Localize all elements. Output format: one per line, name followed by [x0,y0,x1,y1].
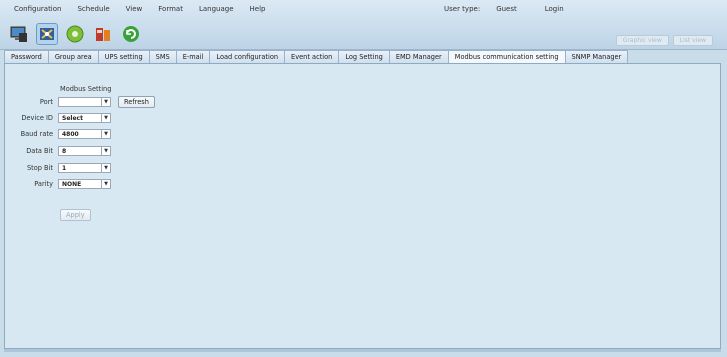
parity-select[interactable]: NONE ▼ [58,179,111,189]
top-bar: Configuration Schedule View Format Langu… [0,0,727,50]
user-type-label: User type: [444,5,481,13]
device-id-label: Device ID [21,114,53,122]
chevron-down-icon: ▼ [101,164,110,172]
tab-ups-setting[interactable]: UPS setting [98,50,150,64]
baud-rate-value: 4800 [62,130,79,138]
status-bar [4,349,721,352]
baud-rate-select[interactable]: 4800 ▼ [58,129,111,139]
chevron-down-icon: ▼ [101,180,110,188]
chevron-down-icon: ▼ [101,147,110,155]
refresh-button[interactable]: Refresh [118,96,155,108]
device-id-row: Device ID Select ▼ [5,113,111,123]
tab-group-area[interactable]: Group area [48,50,99,64]
menu-view[interactable]: View [118,4,151,16]
menu-help[interactable]: Help [242,4,274,16]
tab-log-setting[interactable]: Log Setting [339,50,390,64]
tab-emd-manager[interactable]: EMD Manager [389,50,449,64]
menu-language[interactable]: Language [191,4,242,16]
parity-row: Parity NONE ▼ [5,179,111,189]
menu-bar: Configuration Schedule View Format Langu… [4,4,273,16]
monitor-icon[interactable] [8,23,30,45]
port-row: Port ▼ Refresh [5,96,155,108]
parity-value: NONE [62,180,82,188]
tab-password[interactable]: Password [4,50,49,64]
tab-modbus-communication-setting[interactable]: Modbus communication setting [448,50,566,64]
settings-tabs: Password Group area UPS setting SMS E-ma… [4,50,629,64]
view-buttons: Graphic view List view [615,35,713,46]
login-link[interactable]: Login [545,5,564,13]
ups-battery-icon[interactable] [92,23,114,45]
modbus-setting-title: Modbus Setting [60,85,112,93]
tab-load-configuration[interactable]: Load configuration [210,50,286,64]
baud-rate-label: Baud rate [20,130,53,138]
device-id-value: Select [62,114,83,122]
port-select[interactable]: ▼ [58,97,111,107]
data-bit-value: 8 [62,147,67,155]
menu-schedule[interactable]: Schedule [69,4,117,16]
tab-snmp-manager[interactable]: SNMP Manager [565,50,629,64]
tab-sms[interactable]: SMS [149,50,177,64]
graphic-view-button[interactable]: Graphic view [615,35,669,46]
chevron-down-icon: ▼ [101,114,110,122]
settings-tools-icon[interactable] [36,23,58,45]
list-view-button[interactable]: List view [672,35,713,46]
menu-configuration[interactable]: Configuration [4,4,69,16]
tab-email[interactable]: E-mail [176,50,211,64]
user-info: User type: Guest Login [444,5,564,13]
chevron-down-icon: ▼ [101,130,110,138]
modbus-panel: Modbus Setting Port ▼ Refresh Device ID … [4,63,721,349]
parity-label: Parity [34,180,53,188]
menu-format[interactable]: Format [150,4,191,16]
chevron-down-icon: ▼ [101,98,110,106]
refresh-icon[interactable] [120,23,142,45]
disk-icon[interactable] [64,23,86,45]
port-label: Port [39,98,53,106]
baud-rate-row: Baud rate 4800 ▼ [5,129,111,139]
apply-button[interactable]: Apply [60,209,91,221]
user-type-value: Guest [496,5,517,13]
stop-bit-select[interactable]: 1 ▼ [58,163,111,173]
tab-event-action[interactable]: Event action [285,50,340,64]
data-bit-label: Data Bit [26,147,53,155]
stop-bit-row: Stop Bit 1 ▼ [5,163,111,173]
device-id-select[interactable]: Select ▼ [58,113,111,123]
data-bit-select[interactable]: 8 ▼ [58,146,111,156]
stop-bit-value: 1 [62,164,67,172]
toolbar [8,23,142,45]
stop-bit-label: Stop Bit [26,164,53,172]
data-bit-row: Data Bit 8 ▼ [5,146,111,156]
